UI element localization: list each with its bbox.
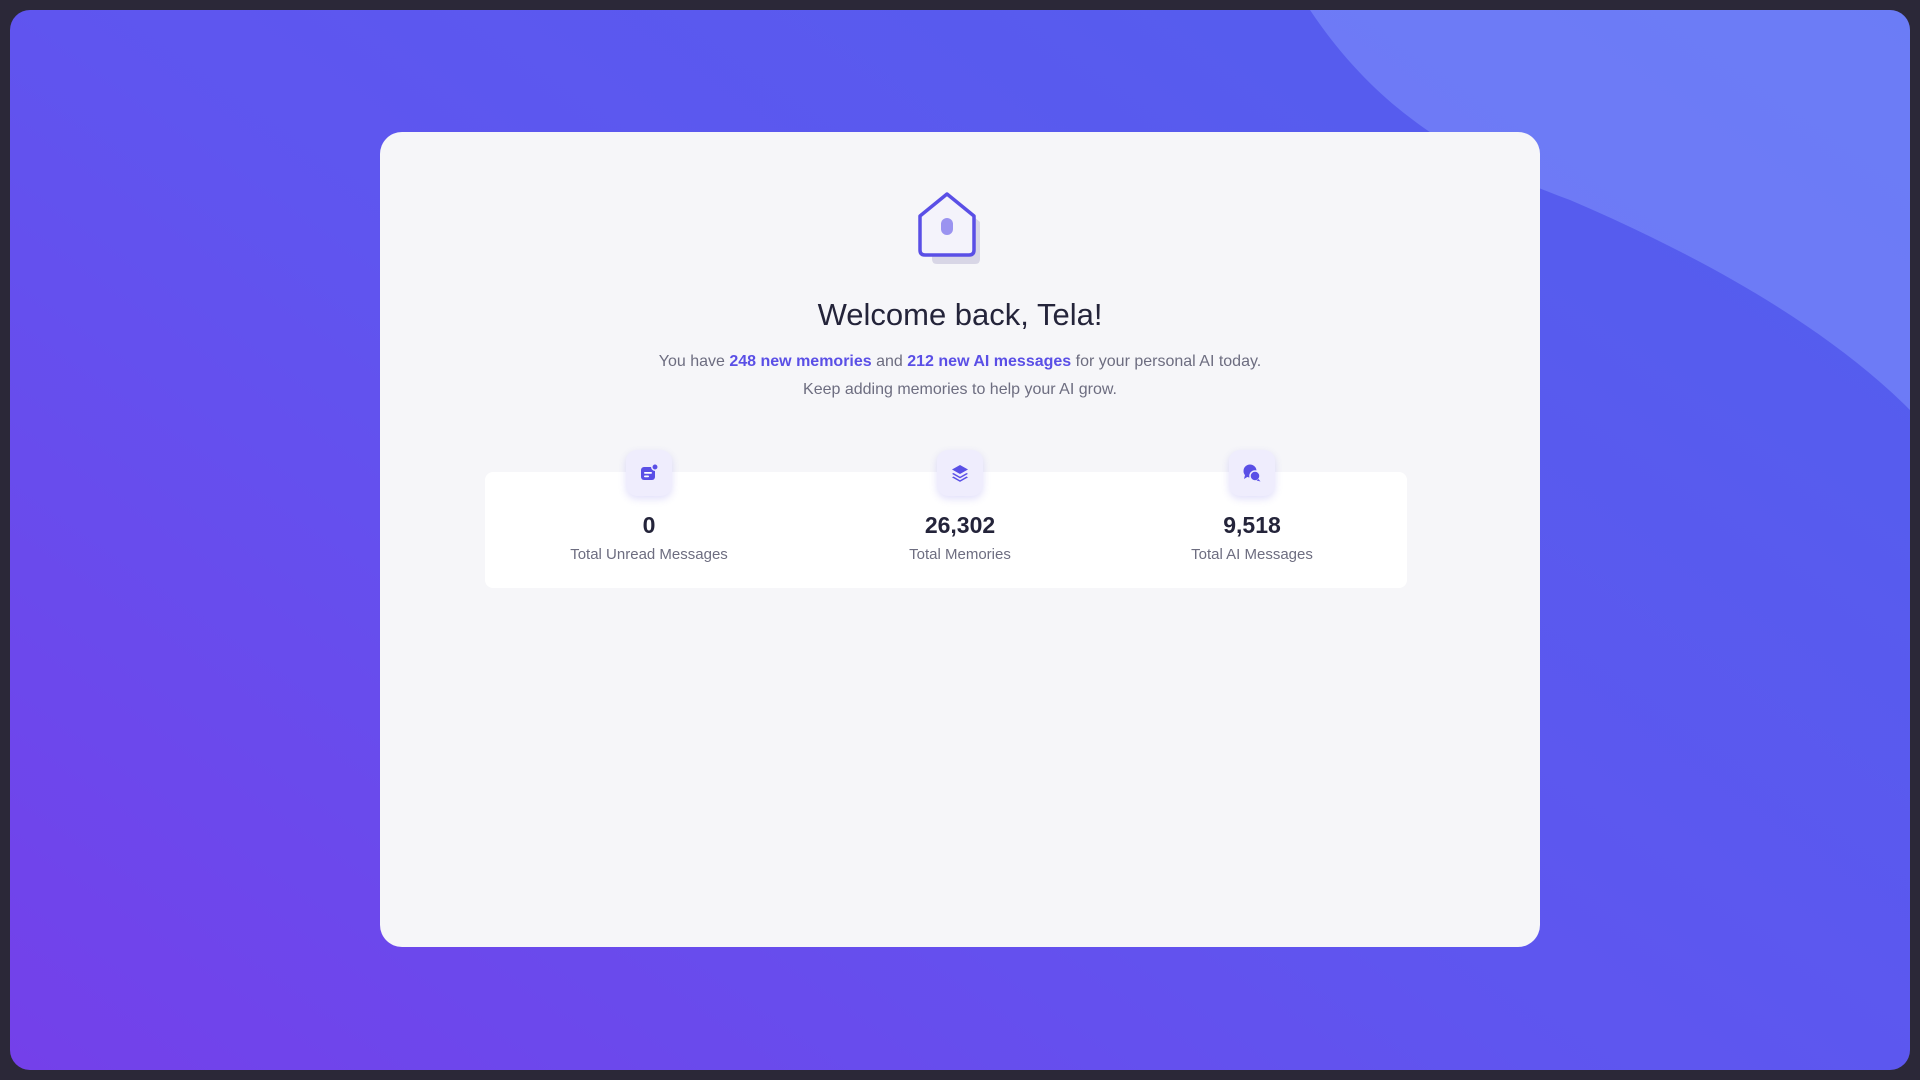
stat-value: 0	[642, 512, 656, 538]
welcome-summary: You have 248 new memories and 212 new AI…	[380, 348, 1540, 404]
chat-bubbles-icon	[1229, 450, 1275, 496]
stat-label: Total AI Messages	[1191, 546, 1313, 563]
welcome-card: Welcome back, Tela! You have 248 new mem…	[380, 132, 1540, 947]
stat-unread-messages[interactable]: 0 Total Unread Messages	[529, 450, 769, 588]
message-badge-icon	[626, 450, 672, 496]
summary-line: You have 248 new memories and 212 new AI…	[380, 348, 1540, 376]
stat-memories[interactable]: 26,302 Total Memories	[840, 450, 1080, 588]
new-memories-link[interactable]: 248 new memories	[729, 353, 871, 370]
stat-label: Total Memories	[909, 546, 1011, 563]
summary-middle: and	[871, 353, 908, 370]
new-ai-messages-link[interactable]: 212 new AI messages	[907, 353, 1071, 370]
stat-ai-messages[interactable]: 9,518 Total AI Messages	[1132, 450, 1372, 588]
stats-panel: 0 Total Unread Messages 26,302 Total Mem…	[485, 450, 1407, 588]
page-title: Welcome back, Tela!	[817, 297, 1103, 332]
summary-suffix: for your personal AI today.	[1071, 353, 1262, 370]
encouragement-text: Keep adding memories to help your AI gro…	[803, 381, 1117, 398]
stat-value: 9,518	[1223, 512, 1281, 538]
home-icon	[918, 192, 980, 264]
stat-label: Total Unread Messages	[570, 546, 728, 563]
summary-prefix: You have	[658, 353, 730, 370]
layers-icon	[937, 450, 983, 496]
stat-value: 26,302	[924, 512, 996, 538]
app-background: Welcome back, Tela! You have 248 new mem…	[10, 10, 1910, 1070]
